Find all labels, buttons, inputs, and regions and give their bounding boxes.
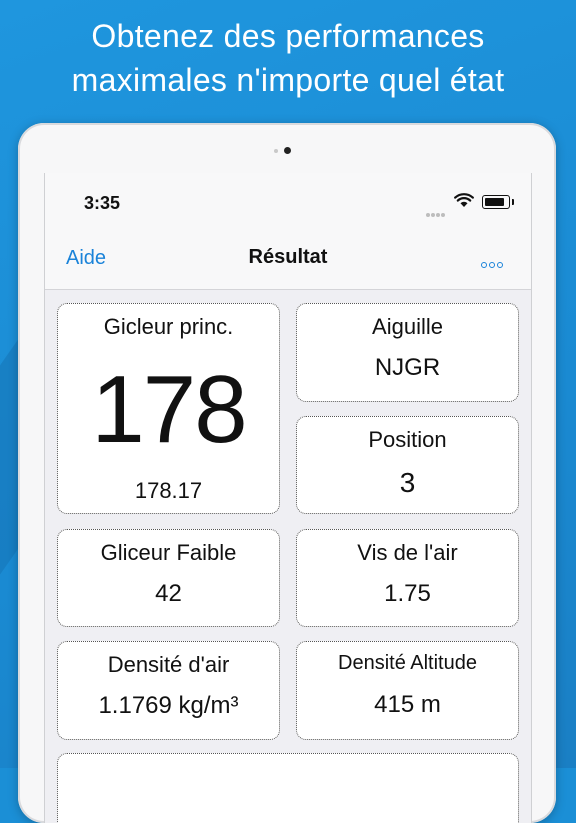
pilot-jet-card: Gliceur Faible 42 xyxy=(57,529,280,627)
needle-label: Aiguille xyxy=(372,314,443,339)
ellipsis-icon[interactable] xyxy=(481,255,505,273)
app-screen: 3:35 Aide Résultat Gicleur princ. 178 17… xyxy=(44,173,532,823)
air-screw-label: Vis de l'air xyxy=(357,540,458,565)
main-jet-label: Gicleur princ. xyxy=(103,314,234,339)
density-altitude-value: 415 m xyxy=(374,691,441,718)
main-jet-value: 178 xyxy=(91,356,247,463)
position-card: Position 3 xyxy=(296,416,519,514)
position-value: 3 xyxy=(399,467,416,498)
needle-card: Aiguille NJGR xyxy=(296,303,519,402)
headline-line-2: maximales n'importe quel état xyxy=(71,62,505,98)
headline-line-1: Obtenez des performances xyxy=(91,18,485,54)
density-altitude-label: Densité Altitude xyxy=(338,652,477,674)
air-density-value: 1.1769 kg/m³ xyxy=(98,692,239,719)
position-label: Position xyxy=(368,427,447,452)
sensor-dot xyxy=(274,149,278,153)
density-altitude-card: Densité Altitude 415 m xyxy=(296,641,519,740)
air-screw-value: 1.75 xyxy=(384,580,431,607)
promo-headline: Obtenez des performances maximales n'imp… xyxy=(0,14,576,102)
main-jet-exact-value: 178.17 xyxy=(134,478,203,503)
status-time: 3:35 xyxy=(84,193,121,213)
navigation-bar: Aide Résultat xyxy=(45,233,531,290)
camera-icon xyxy=(284,147,291,154)
status-bar: 3:35 xyxy=(45,173,531,233)
wifi-icon xyxy=(454,193,474,213)
main-jet-card: Gicleur princ. 178 178.17 xyxy=(57,303,280,514)
page-title: Résultat xyxy=(248,246,328,268)
pilot-jet-label: Gliceur Faible xyxy=(100,540,237,565)
cellular-signal-icon xyxy=(426,204,448,217)
needle-value: NJGR xyxy=(374,354,441,381)
pilot-jet-value: 42 xyxy=(155,580,182,607)
air-density-card: Densité d'air 1.1769 kg/m³ xyxy=(57,641,280,740)
air-screw-card: Vis de l'air 1.75 xyxy=(296,529,519,627)
tablet-frame: 3:35 Aide Résultat Gicleur princ. 178 17… xyxy=(18,123,556,823)
battery-icon xyxy=(482,195,514,209)
air-density-label: Densité d'air xyxy=(107,652,230,677)
next-card-partial xyxy=(57,753,519,823)
